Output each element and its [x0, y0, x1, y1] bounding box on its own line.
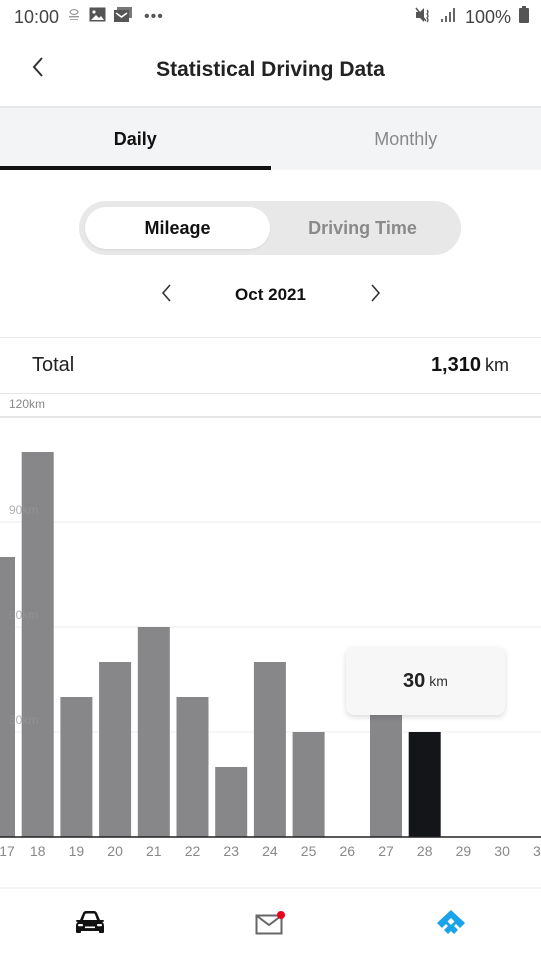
x-tick-label-24: 24 [262, 843, 278, 859]
signal-icon [440, 7, 457, 27]
x-tick-label-18: 18 [30, 843, 46, 859]
battery-percent: 100% [464, 6, 511, 27]
bottom-navigation [0, 887, 541, 962]
tab-daily[interactable]: Daily [0, 108, 271, 170]
bar-value-tooltip: 30 km [346, 647, 505, 715]
y-tick-label-90: 90km [9, 503, 38, 517]
x-tick-label-29: 29 [456, 843, 472, 859]
toyota-notification-icon [67, 8, 81, 27]
status-bar-left: 10:00 ••• [14, 7, 164, 28]
image-notification-icon [89, 7, 106, 27]
x-tick-label-19: 19 [69, 843, 85, 859]
page-title: Statistical Driving Data [156, 58, 385, 81]
bar-19[interactable] [60, 697, 93, 837]
x-tick-label-30: 30 [494, 843, 510, 859]
bar-25[interactable] [292, 732, 325, 837]
total-value: 1,310 [430, 354, 481, 376]
bar-27[interactable] [370, 714, 402, 838]
tab-monthly[interactable]: Monthly [271, 108, 541, 170]
more-notifications-icon: ••• [144, 8, 164, 25]
x-tick-label-23: 23 [223, 843, 239, 859]
chart-canvas: 30km60km90km120km17 18 19 20 21 22 23 24 25 26 27 2… [0, 397, 541, 859]
brand-logo-icon [435, 909, 467, 942]
bar-21[interactable] [137, 627, 170, 837]
status-time: 10:00 [14, 6, 60, 27]
tooltip-unit: km [429, 673, 448, 689]
total-amount: 1,310 km [431, 354, 509, 377]
chevron-left-icon [160, 283, 172, 308]
x-tick-label-22: 22 [185, 843, 201, 859]
driving-time-toggle-button[interactable]: Driving Time [270, 207, 455, 249]
y-tick-label-120: 120km [9, 397, 45, 411]
y-tick-label-30: 30km [9, 713, 38, 727]
chevron-left-icon [31, 56, 45, 83]
bar-22[interactable] [176, 697, 209, 837]
nav-messages-button[interactable] [180, 888, 360, 962]
tooltip-value: 30 [403, 669, 426, 692]
mail-icon [255, 911, 286, 940]
status-bar-right: 100% [415, 6, 529, 28]
total-row: Total 1,310 km [0, 337, 541, 394]
metric-toggle: Mileage Driving Time [79, 201, 461, 255]
bar-24[interactable] [253, 662, 286, 837]
bar-23[interactable] [215, 767, 248, 837]
status-bar: 10:00 ••• 100% [0, 0, 541, 34]
x-tick-label-27: 27 [378, 843, 394, 859]
x-tick-label-26: 26 [340, 843, 356, 859]
period-tabs: Daily Monthly [0, 106, 541, 170]
x-tick-label-20: 20 [107, 843, 123, 859]
car-icon [73, 910, 107, 941]
total-label: Total [32, 354, 75, 376]
bar-20[interactable] [99, 662, 132, 837]
x-tick-label-17: 17 [0, 843, 15, 859]
x-tick-label-28: 28 [417, 843, 433, 859]
previous-month-button[interactable] [146, 278, 186, 312]
bar-17[interactable] [0, 557, 15, 837]
x-tick-label-31: 31 [533, 843, 541, 859]
next-month-button[interactable] [356, 278, 396, 312]
nav-home-button[interactable] [361, 888, 541, 962]
total-unit: km [485, 355, 509, 375]
vibrate-mute-icon [415, 7, 433, 28]
back-button[interactable] [26, 54, 50, 84]
bar-selected-28[interactable] [408, 732, 441, 837]
nav-car-button[interactable] [0, 888, 180, 962]
current-month-label: Oct 2021 [235, 285, 306, 304]
battery-icon [519, 6, 529, 28]
x-tick-label-21: 21 [146, 843, 162, 859]
month-navigator: Oct 2021 [0, 278, 541, 312]
x-tick-label-25: 25 [301, 843, 317, 859]
mileage-toggle-button[interactable]: Mileage [85, 207, 270, 249]
y-tick-label-60: 60km [9, 608, 38, 622]
app-header: Statistical Driving Data [0, 34, 541, 106]
mileage-bar-chart[interactable]: 30km 60km 90km 120km 17 18 19 20 21 22 23 24 25 26 27 2… [0, 394, 541, 874]
mail-notification-icon [114, 7, 133, 27]
chevron-right-icon [370, 283, 382, 308]
